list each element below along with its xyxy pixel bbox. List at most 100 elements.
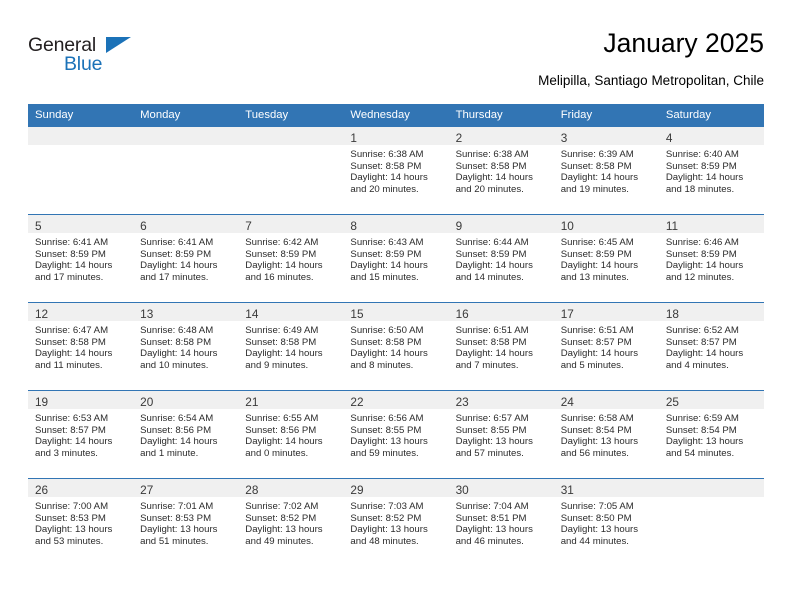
day-number: 15 [350, 307, 364, 321]
calendar-day-cell[interactable]: 6 Sunrise: 6:41 AM Sunset: 8:59 PM Daylight… [133, 214, 239, 303]
calendar-day-cell[interactable]: 25 Sunrise: 6:59 AM Sunset: 8:54 PM Dayligh… [658, 390, 764, 479]
sunset-time: Sunset: 8:53 PM [140, 512, 212, 524]
weekday-header-thursday: Thursday [448, 104, 554, 127]
calendar-day-cell[interactable]: 2 Sunrise: 6:38 AM Sunset: 8:58 PM Daylight… [448, 126, 554, 215]
weekday-header-sunday: Sunday [28, 104, 134, 127]
daylight-duration-line1: Daylight: 13 hours [35, 524, 113, 536]
day-details: Sunrise: 6:43 AM Sunset: 8:59 PM Daylight:… [343, 233, 448, 283]
sunset-time: Sunset: 8:59 PM [245, 248, 317, 260]
day-number: 26 [35, 483, 49, 497]
day-number-band: 27 [133, 479, 239, 497]
day-number: 8 [350, 219, 357, 233]
daylight-duration-line2: and 4 minutes. [665, 359, 729, 371]
sunset-time: Sunset: 8:57 PM [560, 336, 632, 348]
day-number: 18 [665, 307, 679, 321]
daylight-duration-line2: and 44 minutes. [560, 535, 629, 547]
calendar-cell-empty [658, 478, 764, 567]
page-subtitle: Melipilla, Santiago Metropolitan, Chile [538, 73, 764, 88]
sunrise-time: Sunrise: 7:04 AM [455, 501, 529, 512]
sunrise-time: Sunrise: 6:42 AM [245, 237, 319, 248]
day-details: Sunrise: 6:39 AM Sunset: 8:58 PM Daylight:… [554, 145, 659, 195]
calendar-day-cell[interactable]: 4 Sunrise: 6:40 AM Sunset: 8:59 PM Daylight… [658, 126, 764, 215]
sunrise-time: Sunrise: 7:02 AM [245, 501, 319, 512]
day-number: 31 [560, 483, 574, 497]
calendar-day-cell[interactable]: 21 Sunrise: 6:55 AM Sunset: 8:56 PM Dayligh… [238, 390, 344, 479]
calendar-day-cell[interactable]: 27 Sunrise: 7:01 AM Sunset: 8:53 PM Dayligh… [133, 478, 239, 567]
sunrise-time: Sunrise: 7:05 AM [560, 501, 634, 512]
general-blue-logo[interactable]: General Blue [28, 34, 178, 80]
day-number: 22 [350, 395, 364, 409]
calendar-day-cell[interactable]: 3 Sunrise: 6:39 AM Sunset: 8:58 PM Daylight… [553, 126, 659, 215]
day-details: Sunrise: 6:44 AM Sunset: 8:59 PM Daylight:… [449, 233, 554, 283]
day-number-band [238, 127, 344, 145]
day-number-band: 1 [343, 127, 449, 145]
daylight-duration-line2: and 48 minutes. [350, 535, 419, 547]
sunrise-time: Sunrise: 6:38 AM [350, 149, 424, 160]
daylight-duration-line1: Daylight: 14 hours [140, 436, 218, 448]
sunset-time: Sunset: 8:59 PM [140, 248, 212, 260]
calendar-day-cell[interactable]: 19 Sunrise: 6:53 AM Sunset: 8:57 PM Dayligh… [28, 390, 134, 479]
calendar-week-row: 19 Sunrise: 6:53 AM Sunset: 8:57 PM Dayligh… [28, 390, 764, 479]
sunset-time: Sunset: 8:58 PM [35, 336, 106, 348]
day-details: Sunrise: 6:52 AM Sunset: 8:57 PM Daylight:… [659, 321, 764, 371]
sunset-time: Sunset: 8:58 PM [350, 160, 422, 172]
day-number: 16 [455, 307, 469, 321]
calendar-day-cell[interactable]: 18 Sunrise: 6:52 AM Sunset: 8:57 PM Dayligh… [658, 302, 764, 391]
calendar-day-cell[interactable]: 13 Sunrise: 6:48 AM Sunset: 8:58 PM Dayligh… [133, 302, 239, 391]
calendar-day-cell[interactable]: 8 Sunrise: 6:43 AM Sunset: 8:59 PM Daylight… [343, 214, 449, 303]
daylight-duration-line1: Daylight: 14 hours [350, 260, 428, 272]
sunset-time: Sunset: 8:57 PM [35, 424, 106, 436]
calendar-day-cell[interactable]: 7 Sunrise: 6:42 AM Sunset: 8:59 PM Daylight… [238, 214, 344, 303]
calendar-day-cell[interactable]: 22 Sunrise: 6:56 AM Sunset: 8:55 PM Dayligh… [343, 390, 449, 479]
sunset-time: Sunset: 8:58 PM [455, 336, 527, 348]
calendar-day-cell[interactable]: 16 Sunrise: 6:51 AM Sunset: 8:58 PM Dayligh… [448, 302, 554, 391]
daylight-duration-line1: Daylight: 13 hours [560, 524, 639, 536]
calendar-day-cell[interactable]: 11 Sunrise: 6:46 AM Sunset: 8:59 PM Dayligh… [658, 214, 764, 303]
daylight-duration-line2: and 51 minutes. [140, 535, 209, 547]
calendar-day-cell[interactable]: 30 Sunrise: 7:04 AM Sunset: 8:51 PM Dayligh… [448, 478, 554, 567]
day-details: Sunrise: 6:53 AM Sunset: 8:57 PM Daylight:… [28, 409, 133, 459]
sunrise-time: Sunrise: 6:54 AM [140, 413, 214, 424]
calendar-day-cell[interactable]: 28 Sunrise: 7:02 AM Sunset: 8:52 PM Dayligh… [238, 478, 344, 567]
calendar-day-cell[interactable]: 15 Sunrise: 6:50 AM Sunset: 8:58 PM Dayligh… [343, 302, 449, 391]
day-number-band [133, 127, 239, 145]
sunrise-time: Sunrise: 6:51 AM [455, 325, 529, 336]
day-details: Sunrise: 7:05 AM Sunset: 8:50 PM Daylight:… [554, 497, 659, 547]
calendar-day-cell[interactable]: 9 Sunrise: 6:44 AM Sunset: 8:59 PM Daylight… [448, 214, 554, 303]
calendar-day-cell[interactable]: 14 Sunrise: 6:49 AM Sunset: 8:58 PM Dayligh… [238, 302, 344, 391]
sunrise-time: Sunrise: 6:45 AM [560, 237, 634, 248]
daylight-duration-line1: Daylight: 14 hours [560, 348, 639, 360]
daylight-duration-line2: and 11 minutes. [35, 359, 103, 371]
daylight-duration-line2: and 57 minutes. [455, 447, 524, 459]
calendar-day-cell[interactable]: 1 Sunrise: 6:38 AM Sunset: 8:58 PM Daylight… [343, 126, 449, 215]
day-details: Sunrise: 6:49 AM Sunset: 8:58 PM Daylight:… [238, 321, 343, 371]
day-number-band: 13 [133, 303, 239, 321]
sunset-time: Sunset: 8:58 PM [455, 160, 527, 172]
day-details: Sunrise: 7:02 AM Sunset: 8:52 PM Daylight:… [238, 497, 343, 547]
day-details: Sunrise: 7:01 AM Sunset: 8:53 PM Daylight:… [133, 497, 238, 547]
day-number: 7 [245, 219, 252, 233]
sunrise-time: Sunrise: 6:53 AM [35, 413, 109, 424]
calendar-day-cell[interactable]: 26 Sunrise: 7:00 AM Sunset: 8:53 PM Dayligh… [28, 478, 134, 567]
calendar-day-cell[interactable]: 24 Sunrise: 6:58 AM Sunset: 8:54 PM Dayligh… [553, 390, 659, 479]
calendar-day-cell[interactable]: 17 Sunrise: 6:51 AM Sunset: 8:57 PM Dayligh… [553, 302, 659, 391]
day-details: Sunrise: 6:59 AM Sunset: 8:54 PM Daylight:… [659, 409, 764, 459]
calendar-day-cell[interactable]: 23 Sunrise: 6:57 AM Sunset: 8:55 PM Dayligh… [448, 390, 554, 479]
day-number: 9 [455, 219, 463, 233]
day-details: Sunrise: 6:47 AM Sunset: 8:58 PM Daylight:… [28, 321, 133, 371]
calendar-day-cell[interactable]: 20 Sunrise: 6:54 AM Sunset: 8:56 PM Dayligh… [133, 390, 239, 479]
sunrise-time: Sunrise: 6:59 AM [665, 413, 739, 424]
daylight-duration-line2: and 20 minutes. [455, 183, 524, 195]
day-number-band: 6 [133, 215, 239, 233]
calendar-day-cell[interactable]: 31 Sunrise: 7:05 AM Sunset: 8:50 PM Dayligh… [553, 478, 659, 567]
sunset-time: Sunset: 8:59 PM [665, 160, 737, 172]
day-details: Sunrise: 7:04 AM Sunset: 8:51 PM Daylight:… [449, 497, 554, 547]
calendar-day-cell[interactable]: 10 Sunrise: 6:45 AM Sunset: 8:59 PM Dayligh… [553, 214, 659, 303]
calendar-day-cell[interactable]: 5 Sunrise: 6:41 AM Sunset: 8:59 PM Daylight… [28, 214, 134, 303]
weekday-header-tuesday: Tuesday [238, 104, 344, 127]
calendar-day-cell[interactable]: 29 Sunrise: 7:03 AM Sunset: 8:52 PM Dayligh… [343, 478, 449, 567]
sunrise-sunset-calendar: Sunday Monday Tuesday Wednesday Thursday… [28, 104, 764, 567]
calendar-day-cell[interactable]: 12 Sunrise: 6:47 AM Sunset: 8:58 PM Dayligh… [28, 302, 134, 391]
weekday-header-friday: Friday [553, 104, 659, 127]
daylight-duration-line1: Daylight: 13 hours [560, 436, 639, 448]
